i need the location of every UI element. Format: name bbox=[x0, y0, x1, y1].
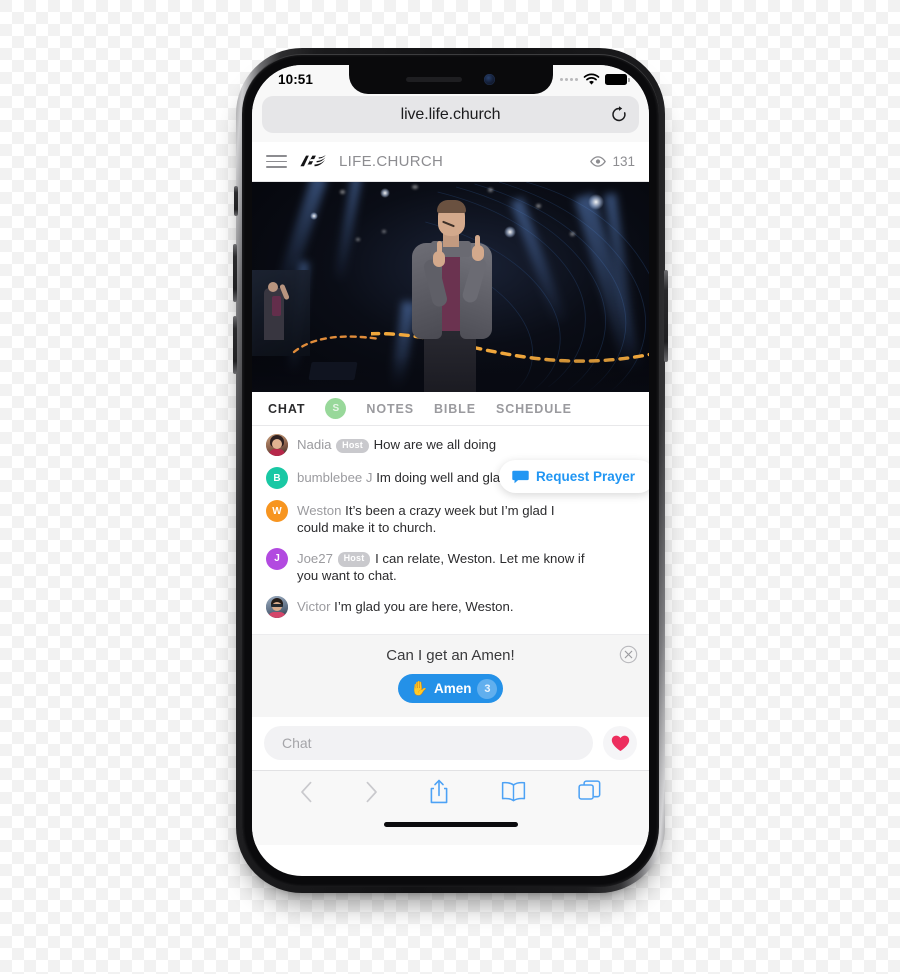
signal-dots-icon bbox=[560, 78, 578, 81]
amber-dashed-path-left bbox=[292, 335, 382, 354]
home-indicator[interactable] bbox=[383, 822, 518, 827]
chat-message-body: Joe27 Host I can relate, Weston. Let me … bbox=[297, 548, 597, 585]
silent-switch[interactable] bbox=[234, 186, 238, 216]
raised-hand-icon: ✋ bbox=[410, 680, 428, 696]
avatar[interactable]: J bbox=[266, 547, 288, 570]
chat-author[interactable]: Victor bbox=[297, 599, 330, 614]
address-bar[interactable]: live.life.church bbox=[262, 96, 639, 133]
tab-bible[interactable]: BIBLE bbox=[434, 402, 476, 416]
live-stream-player[interactable] bbox=[252, 182, 649, 392]
host-badge: Host bbox=[337, 552, 371, 568]
chat-bubble-icon bbox=[512, 470, 529, 483]
chat-message-body: Nadia Host How are we all doing bbox=[297, 434, 497, 454]
power-button[interactable] bbox=[664, 270, 668, 362]
earpiece-speaker-icon bbox=[406, 77, 462, 82]
iphone-device-frame: 10:51 live.life.church LIFE.CHURCH 131 C… bbox=[233, 48, 668, 893]
url-text: live.life.church bbox=[400, 105, 501, 123]
safari-bottom-toolbar bbox=[252, 771, 649, 817]
chat-message-body: Victor I’m glad you are here, Weston. bbox=[297, 596, 514, 615]
amen-button[interactable]: ✋ Amen 3 bbox=[397, 674, 504, 703]
chat-input[interactable] bbox=[264, 726, 593, 760]
volume-down-button[interactable] bbox=[233, 316, 237, 374]
chat-author[interactable]: Joe27 bbox=[297, 551, 333, 566]
chat-message: Victor I’m glad you are here, Weston. bbox=[266, 595, 635, 618]
speaker-figure bbox=[398, 197, 504, 392]
volume-up-button[interactable] bbox=[233, 244, 237, 302]
stage-monitor bbox=[308, 362, 358, 380]
share-icon[interactable] bbox=[429, 779, 449, 809]
tab-notes[interactable]: NOTES bbox=[366, 402, 414, 416]
safari-url-bar-area: live.life.church bbox=[252, 94, 649, 142]
tab-schedule[interactable]: SCHEDULE bbox=[496, 402, 572, 416]
brand-name: LIFE.CHURCH bbox=[339, 153, 444, 170]
eye-icon bbox=[590, 156, 607, 167]
bokeh-particle bbox=[340, 190, 345, 194]
chat-message-list[interactable]: Nadia Host How are we all doing B bumble… bbox=[252, 426, 649, 634]
device-outer-band: 10:51 live.life.church LIFE.CHURCH 131 C… bbox=[233, 48, 668, 893]
bokeh-particle bbox=[382, 230, 386, 233]
bokeh-particle bbox=[570, 232, 575, 236]
stage-spotlight bbox=[504, 226, 516, 238]
chat-composer bbox=[252, 717, 649, 771]
chat-author[interactable]: Weston bbox=[297, 503, 341, 518]
device-bezel: 10:51 live.life.church LIFE.CHURCH 131 C… bbox=[242, 54, 659, 887]
viewer-count: 131 bbox=[590, 154, 635, 169]
life-church-logo-icon bbox=[300, 154, 326, 166]
site-header: LIFE.CHURCH 131 bbox=[252, 142, 649, 182]
avatar-initial: W bbox=[272, 505, 282, 517]
heart-reaction-button[interactable] bbox=[603, 726, 637, 760]
chat-author[interactable]: bumblebee J bbox=[297, 470, 373, 485]
chat-message: J Joe27 Host I can relate, Weston. Let m… bbox=[266, 547, 635, 585]
host-badge: Host bbox=[336, 438, 369, 454]
stage-spotlight bbox=[380, 188, 390, 198]
close-circle-icon[interactable] bbox=[619, 645, 638, 664]
tabs-icon[interactable] bbox=[578, 780, 601, 808]
front-camera-icon bbox=[484, 74, 495, 85]
avatar[interactable] bbox=[266, 595, 288, 618]
tab-badge-s[interactable]: S bbox=[325, 398, 347, 419]
chat-message-body: Weston It’s been a crazy week but I’m gl… bbox=[297, 500, 585, 537]
wifi-icon bbox=[583, 73, 600, 85]
reload-icon[interactable] bbox=[609, 105, 628, 124]
bokeh-particle bbox=[536, 204, 541, 208]
back-button[interactable] bbox=[300, 781, 313, 808]
device-screen: 10:51 live.life.church LIFE.CHURCH 131 C… bbox=[252, 65, 649, 876]
chat-author[interactable]: Nadia bbox=[297, 437, 331, 452]
avatar[interactable]: B bbox=[266, 467, 288, 489]
battery-full-icon bbox=[605, 74, 630, 85]
chat-text: How are we all doing bbox=[373, 437, 497, 452]
chat-message: Nadia Host How are we all doing bbox=[266, 434, 635, 456]
bokeh-particle bbox=[356, 238, 360, 241]
viewer-count-text: 131 bbox=[612, 154, 635, 169]
avatar[interactable] bbox=[266, 434, 288, 456]
avatar-initial: B bbox=[273, 472, 281, 484]
request-prayer-button[interactable]: Request Prayer bbox=[498, 460, 649, 493]
amen-prompt-title: Can I get an Amen! bbox=[386, 647, 515, 664]
request-prayer-label: Request Prayer bbox=[535, 469, 635, 484]
stage-spotlight bbox=[310, 212, 318, 220]
stage-spotlight bbox=[588, 194, 604, 210]
avatar[interactable]: W bbox=[266, 500, 288, 522]
heart-icon bbox=[611, 735, 629, 751]
status-bar-clock: 10:51 bbox=[278, 72, 314, 87]
bokeh-particle bbox=[412, 185, 418, 189]
amen-count: 3 bbox=[477, 678, 498, 699]
hamburger-icon[interactable] bbox=[266, 155, 287, 168]
amen-prompt-panel: Can I get an Amen! ✋ Amen 3 bbox=[252, 634, 649, 717]
book-icon[interactable] bbox=[501, 781, 526, 807]
tab-chat[interactable]: CHAT bbox=[268, 402, 305, 416]
content-tab-bar: CHAT S NOTES BIBLE SCHEDULE bbox=[252, 392, 649, 426]
amen-button-label: Amen bbox=[433, 681, 472, 696]
device-notch bbox=[348, 65, 553, 94]
chat-message: W Weston It’s been a crazy week but I’m … bbox=[266, 500, 635, 537]
chat-text: I’m glad you are here, Weston. bbox=[334, 598, 514, 614]
home-indicator-area bbox=[252, 817, 649, 845]
brand-logo[interactable]: LIFE.CHURCH bbox=[299, 153, 443, 170]
bokeh-particle bbox=[488, 188, 493, 192]
avatar-initial: J bbox=[274, 553, 280, 565]
forward-button[interactable] bbox=[365, 781, 378, 808]
